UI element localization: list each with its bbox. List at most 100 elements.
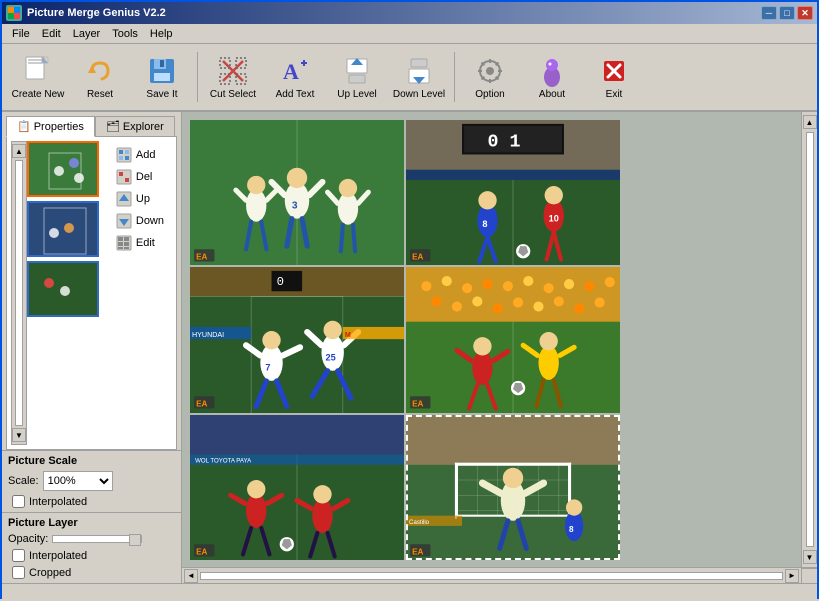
scroll-down-arrow[interactable]: ▼ [12,428,26,442]
save-it-label: Save It [146,89,177,100]
grid-cell-3[interactable]: 0 7 [190,267,404,412]
option-button[interactable]: Option [460,48,520,106]
h-scroll-right-arrow[interactable]: ► [785,569,799,583]
save-it-icon [146,55,178,87]
close-button[interactable]: ✕ [797,6,813,20]
svg-text:7: 7 [265,363,270,373]
h-scroll-left-arrow[interactable]: ◄ [184,569,198,583]
option-icon [474,55,506,87]
thumbnail-item[interactable] [27,261,99,317]
image-grid: 3 EA [190,120,620,560]
svg-text:EA: EA [412,252,423,261]
grid-cell-4[interactable]: EA [406,267,620,412]
svg-text:0 1: 0 1 [488,131,521,152]
menu-tools[interactable]: Tools [106,26,144,42]
up-button[interactable]: Up [112,189,168,209]
v-scroll-track[interactable] [806,132,814,547]
grid-cell-1[interactable]: 3 EA [190,120,404,265]
exit-button[interactable]: Exit [584,48,644,106]
menu-edit[interactable]: Edit [36,26,67,42]
thumbnail-item[interactable] [27,141,99,197]
about-icon [536,55,568,87]
opacity-track[interactable] [52,535,142,543]
add-text-icon: A [279,55,311,87]
edit-button[interactable]: Edit [112,233,168,253]
minimize-button[interactable]: ─ [761,6,777,20]
create-new-icon [22,55,54,87]
left-panel: 📋 Properties 🗂 Explorer ▲ ▼ [2,112,182,583]
up-level-button[interactable]: Up Level [327,48,387,106]
down-button[interactable]: Down [112,211,168,231]
panel-tabs: 📋 Properties 🗂 Explorer [2,112,181,136]
menu-layer[interactable]: Layer [67,26,107,42]
layer-title: Picture Layer [8,517,175,529]
thumbnail-item[interactable] [27,201,99,257]
down-level-icon [403,55,435,87]
thumb-scrollbar[interactable]: ▲ ▼ [11,141,27,445]
properties-label: Properties [34,121,84,133]
tab-properties[interactable]: 📋 Properties [6,116,95,137]
scale-interpolated-checkbox[interactable] [12,495,25,508]
grid-cell-6[interactable]: 8 Castillo EA [406,415,620,560]
layer-interpolated-checkbox[interactable] [12,549,25,562]
scroll-corner [801,568,817,583]
explorer-label: Explorer [123,121,164,133]
layer-section: Picture Layer Opacity: Interpolated Crop… [2,512,181,583]
create-new-label: Create New [12,89,65,100]
svg-text:WOL TOYOTA PAYA: WOL TOYOTA PAYA [195,457,252,464]
title-bar: Picture Merge Genius V2.2 ─ □ ✕ [2,2,817,24]
down-level-button[interactable]: Down Level [389,48,449,106]
add-icon [116,147,132,163]
h-scroll-track[interactable] [200,572,783,580]
opacity-thumb[interactable] [129,534,141,546]
scroll-up-arrow[interactable]: ▲ [803,115,817,129]
svg-text:EA: EA [196,400,207,409]
tab-explorer[interactable]: 🗂 Explorer [95,116,175,136]
scale-select[interactable]: 100% 25% 50% 75% 150% 200% [43,471,113,491]
app-title: Picture Merge Genius V2.2 [27,7,761,19]
option-label: Option [475,89,504,100]
cut-select-button[interactable]: Cut Select [203,48,263,106]
edit-label: Edit [136,237,155,249]
scale-section: Picture Scale Scale: 100% 25% 50% 75% 15… [2,450,181,512]
maximize-button[interactable]: □ [779,6,795,20]
add-text-button[interactable]: A Add Text [265,48,325,106]
up-level-icon [341,55,373,87]
svg-text:A: A [283,59,299,84]
horizontal-scrollbar[interactable]: ◄ ► [182,568,801,583]
down-icon [116,213,132,229]
add-text-label: Add Text [276,89,315,100]
opacity-label: Opacity: [8,533,48,545]
svg-text:10: 10 [549,214,559,224]
scroll-up-arrow[interactable]: ▲ [12,144,26,158]
reset-label: Reset [87,89,113,100]
reset-button[interactable]: Reset [70,48,130,106]
reset-icon [84,55,116,87]
scroll-down-arrow[interactable]: ▼ [803,550,817,564]
add-button[interactable]: Add [112,145,168,165]
about-button[interactable]: About [522,48,582,106]
del-label: Del [136,171,153,183]
side-buttons: Add Del [108,141,172,445]
thumbnail-list [27,141,108,445]
svg-text:3: 3 [292,200,298,211]
vertical-scrollbar[interactable]: ▲ ▼ [801,112,817,567]
up-icon [116,191,132,207]
create-new-button[interactable]: Create New [8,48,68,106]
menu-file[interactable]: File [6,26,36,42]
canvas-scroll-area[interactable]: 3 EA [182,112,801,567]
down-label: Down [136,215,164,227]
grid-cell-2[interactable]: 0 1 8 [406,120,620,265]
layer-cropped-checkbox[interactable] [12,566,25,579]
menu-bar: File Edit Layer Tools Help [2,24,817,44]
grid-cell-5[interactable]: WOL TOYOTA PAYA [190,415,404,560]
edit-icon [116,235,132,251]
svg-text:EA: EA [196,252,207,261]
save-it-button[interactable]: Save It [132,48,192,106]
menu-help[interactable]: Help [144,26,179,42]
svg-text:25: 25 [326,353,336,363]
del-button[interactable]: Del [112,167,168,187]
main-area: 📋 Properties 🗂 Explorer ▲ ▼ [2,112,817,583]
panel-content: ▲ ▼ [6,136,177,450]
toolbar-separator-1 [197,52,198,102]
